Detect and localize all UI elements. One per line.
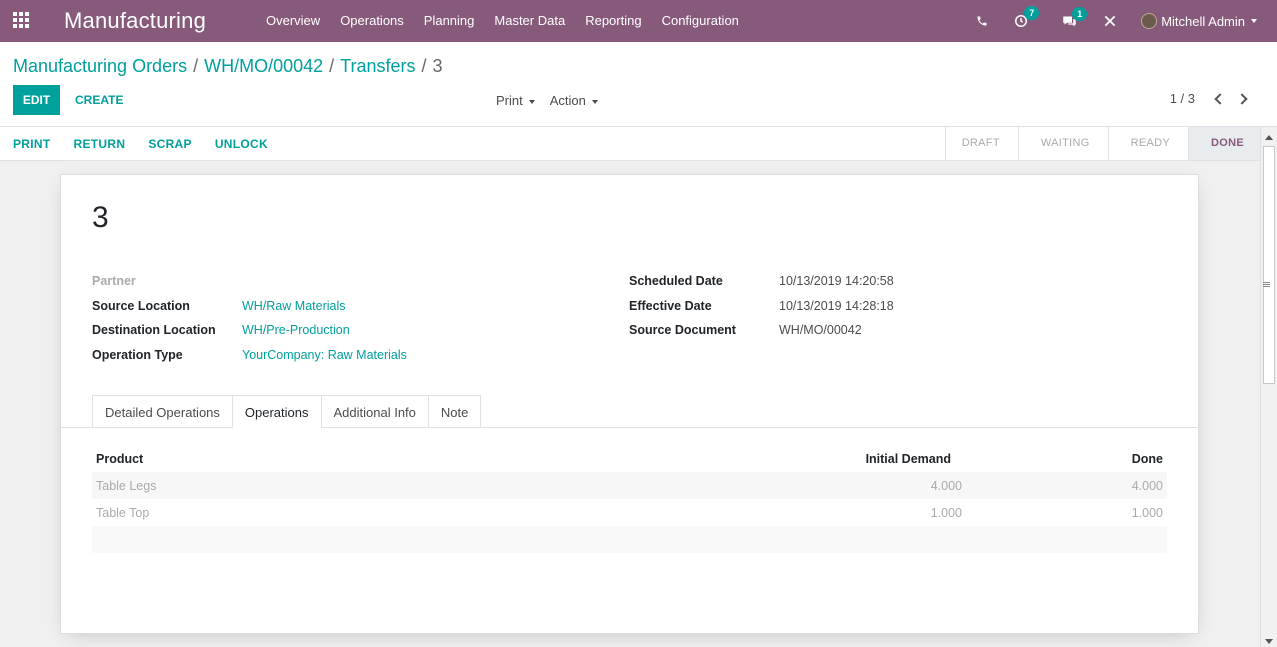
scroll-thumb[interactable] bbox=[1263, 146, 1275, 384]
pager: 1 / 3 bbox=[1170, 91, 1253, 106]
table-row-empty bbox=[92, 526, 1167, 553]
cell-done: 1.000 bbox=[1131, 505, 1163, 520]
scroll-up-icon[interactable] bbox=[1265, 135, 1273, 140]
field-value: 10/13/2019 14:20:58 bbox=[779, 274, 894, 289]
breadcrumb-manufacturing-orders[interactable]: Manufacturing Orders bbox=[13, 56, 187, 76]
operation-type-link[interactable]: YourCompany: Raw Materials bbox=[242, 348, 407, 362]
menu-overview[interactable]: Overview bbox=[256, 0, 330, 42]
column-header-done[interactable]: Done bbox=[951, 452, 1167, 466]
field-label: Source Document bbox=[629, 323, 736, 338]
return-button[interactable]: RETURN bbox=[74, 137, 126, 151]
notebook-tabs: Detailed Operations Operations Additiona… bbox=[92, 395, 482, 428]
field-effective-date: Effective Date 10/13/2019 14:28:18 bbox=[629, 294, 894, 319]
tab-additional-info[interactable]: Additional Info bbox=[320, 395, 428, 428]
destination-location-link[interactable]: WH/Pre-Production bbox=[242, 323, 350, 337]
tab-note[interactable]: Note bbox=[427, 395, 482, 428]
state-ready: READY bbox=[1107, 127, 1188, 160]
unlock-button[interactable]: UNLOCK bbox=[215, 137, 268, 151]
field-label: Scheduled Date bbox=[629, 274, 723, 289]
field-operation-type: Operation Type YourCompany: Raw Material… bbox=[92, 343, 407, 368]
tab-operations[interactable]: Operations bbox=[231, 395, 321, 428]
action-dropdown-label: Action bbox=[549, 93, 586, 108]
record-title: 3 bbox=[92, 201, 109, 234]
chat-icon[interactable]: 1 bbox=[1062, 6, 1088, 28]
menu-configuration[interactable]: Configuration bbox=[652, 0, 749, 42]
cell-product: Table Top bbox=[96, 505, 150, 520]
print-button[interactable]: PRINT bbox=[13, 137, 51, 151]
chevron-down-icon bbox=[591, 99, 598, 104]
print-dropdown[interactable]: Print bbox=[496, 93, 535, 108]
chevron-left-icon[interactable] bbox=[1214, 92, 1226, 105]
breadcrumb: Manufacturing Orders / WH/MO/00042/Transfe… bbox=[13, 56, 443, 76]
message-badge: 1 bbox=[1072, 6, 1088, 21]
control-panel: Manufacturing Orders / WH/MO/00042/Transfe… bbox=[0, 42, 1277, 127]
table-row[interactable]: Table Top 1.000 1.000 bbox=[92, 499, 1167, 526]
field-label: Source Location bbox=[92, 298, 190, 313]
state-done: DONE bbox=[1188, 127, 1260, 160]
cell-initial-demand: 4.000 bbox=[930, 478, 962, 493]
field-value: 10/13/2019 14:28:18 bbox=[779, 298, 894, 313]
field-partner: Partner bbox=[92, 269, 407, 294]
scrollbar[interactable] bbox=[1260, 127, 1277, 647]
action-dropdown[interactable]: Action bbox=[550, 93, 598, 108]
field-label: Destination Location bbox=[92, 323, 216, 338]
main-menu: Overview Operations Planning Master Data… bbox=[256, 0, 749, 42]
menu-master-data[interactable]: Master Data bbox=[484, 0, 575, 42]
activity-clock-icon[interactable]: 7 bbox=[1014, 6, 1040, 28]
form-sheet: 3 Partner Source Location WH/Raw Materia… bbox=[60, 174, 1199, 634]
top-navbar: Manufacturing Overview Operations Planni… bbox=[0, 0, 1277, 42]
print-dropdown-label: Print bbox=[496, 93, 523, 108]
edit-button[interactable]: EDIT bbox=[13, 85, 60, 115]
breadcrumb-transfers[interactable]: Transfers bbox=[340, 56, 415, 76]
operations-table: Product Initial Demand Done Table Legs 4… bbox=[92, 446, 1167, 553]
activity-badge: 7 bbox=[1024, 6, 1040, 20]
phone-icon[interactable] bbox=[976, 15, 988, 27]
tab-detailed-operations[interactable]: Detailed Operations bbox=[92, 395, 232, 428]
field-label: Effective Date bbox=[629, 298, 712, 313]
state-pipeline: DRAFT WAITING READY DONE bbox=[944, 127, 1260, 160]
cell-done: 4.000 bbox=[1131, 478, 1163, 493]
column-header-product[interactable]: Product bbox=[92, 452, 832, 466]
field-value: WH/MO/00042 bbox=[779, 323, 862, 338]
cell-initial-demand: 1.000 bbox=[930, 505, 962, 520]
chevron-right-icon[interactable] bbox=[1236, 92, 1248, 105]
user-menu[interactable]: Mitchell Admin bbox=[1141, 13, 1257, 29]
fields-right: Scheduled Date 10/13/2019 14:20:58 Effec… bbox=[629, 269, 894, 343]
toolbar-dropdowns: Print Action bbox=[496, 93, 613, 108]
create-button[interactable]: CREATE bbox=[75, 93, 123, 107]
menu-reporting[interactable]: Reporting bbox=[575, 0, 651, 42]
menu-operations[interactable]: Operations bbox=[330, 0, 414, 42]
column-header-initial-demand[interactable]: Initial Demand bbox=[832, 452, 951, 466]
header-buttons: PRINT RETURN SCRAP UNLOCK bbox=[13, 127, 291, 160]
scrap-button[interactable]: SCRAP bbox=[148, 137, 192, 151]
apps-menu-icon[interactable] bbox=[13, 12, 31, 28]
debug-tools-icon[interactable] bbox=[1103, 14, 1117, 28]
systray: 7 1 Mitchell Admin bbox=[976, 0, 1277, 42]
field-source-document: Source Document WH/MO/00042 bbox=[629, 318, 894, 343]
state-waiting: WAITING bbox=[1017, 127, 1108, 160]
source-location-link[interactable]: WH/Raw Materials bbox=[242, 299, 346, 313]
status-bar: PRINT RETURN SCRAP UNLOCK DRAFT WAITING … bbox=[0, 127, 1277, 161]
menu-planning[interactable]: Planning bbox=[414, 0, 485, 42]
breadcrumb-mo[interactable]: WH/MO/00042 bbox=[204, 56, 323, 76]
avatar bbox=[1141, 13, 1158, 29]
field-source-location: Source Location WH/Raw Materials bbox=[92, 294, 407, 319]
app-name[interactable]: Manufacturing bbox=[64, 8, 206, 34]
user-name: Mitchell Admin bbox=[1161, 13, 1245, 29]
field-scheduled-date: Scheduled Date 10/13/2019 14:20:58 bbox=[629, 269, 894, 294]
fields-left: Partner Source Location WH/Raw Materials… bbox=[92, 269, 407, 367]
field-destination-location: Destination Location WH/Pre-Production bbox=[92, 318, 407, 343]
field-label: Operation Type bbox=[92, 347, 183, 362]
state-draft: DRAFT bbox=[944, 127, 1018, 160]
cell-product: Table Legs bbox=[96, 478, 157, 493]
table-row[interactable]: Table Legs 4.000 4.000 bbox=[92, 472, 1167, 499]
field-label: Partner bbox=[92, 274, 136, 289]
table-header: Product Initial Demand Done bbox=[92, 446, 1167, 472]
chevron-down-icon bbox=[1251, 19, 1257, 23]
chevron-down-icon bbox=[528, 99, 535, 104]
breadcrumb-current: 3 bbox=[432, 56, 443, 76]
pager-value[interactable]: 1 / 3 bbox=[1170, 91, 1195, 106]
scroll-down-icon[interactable] bbox=[1265, 639, 1273, 644]
grip-icon bbox=[1263, 282, 1270, 287]
